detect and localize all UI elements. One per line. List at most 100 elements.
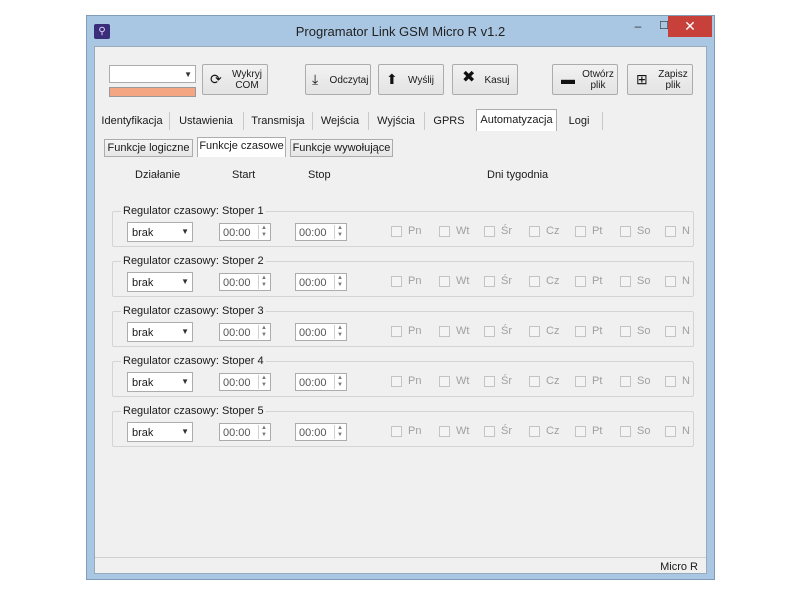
checkbox-box[interactable] <box>575 276 586 287</box>
checkbox-box[interactable] <box>665 326 676 337</box>
send-button[interactable]: ⬆ Wyślij <box>378 64 444 95</box>
weekday-label: So <box>637 325 651 337</box>
checkbox-box[interactable] <box>439 226 450 237</box>
stop-time-input[interactable]: 00:00 ▲ ▼ <box>295 273 347 291</box>
checkbox-box[interactable] <box>484 326 495 337</box>
start-time-input[interactable]: 00:00 ▲ ▼ <box>219 373 271 391</box>
timer-mode-select[interactable]: brak ▼ <box>127 422 193 442</box>
tab-wejscia[interactable]: Wejścia <box>315 111 365 131</box>
checkbox-box[interactable] <box>529 376 540 387</box>
start-time-input[interactable]: 00:00 ▲ ▼ <box>219 423 271 441</box>
tab-identyfikacja[interactable]: Identyfikacja <box>97 111 167 131</box>
checkbox-box[interactable] <box>620 226 631 237</box>
refresh-icon: ⟳ <box>210 71 222 87</box>
checkbox-box[interactable] <box>484 426 495 437</box>
weekday-label: Wt <box>456 275 470 287</box>
stop-time-input[interactable]: 00:00 ▲ ▼ <box>295 323 347 341</box>
spinner-arrows-icon[interactable]: ▲ ▼ <box>258 325 269 339</box>
tab-ustawienia[interactable]: Ustawienia <box>173 111 239 131</box>
title-bar[interactable]: ⚲ Programator Link GSM Micro R v1.2 ‒ ☐ … <box>87 16 714 46</box>
com-port-select[interactable]: ▼ <box>109 65 196 83</box>
checkbox-box[interactable] <box>529 276 540 287</box>
tab-logi[interactable]: Logi <box>561 111 597 131</box>
checkbox-box[interactable] <box>439 376 450 387</box>
spinner-arrows-icon[interactable]: ▲ ▼ <box>258 425 269 439</box>
tab-transmisja[interactable]: Transmisja <box>247 111 309 131</box>
checkbox-box[interactable] <box>529 226 540 237</box>
checkbox-box[interactable] <box>484 376 495 387</box>
checkbox-box[interactable] <box>665 376 676 387</box>
checkbox-box[interactable] <box>620 276 631 287</box>
open-file-button[interactable]: ▬ Otwórz plik <box>552 64 618 95</box>
subtab-funkcje-czasowe[interactable]: Funkcje czasowe <box>197 137 286 157</box>
checkbox-box[interactable] <box>575 426 586 437</box>
checkbox-box[interactable] <box>391 226 402 237</box>
open-file-label-1: Otwórz <box>582 69 614 80</box>
detect-com-button[interactable]: ⟳ Wykryj COM <box>202 64 268 95</box>
tab-automatyzacja[interactable]: Automatyzacja <box>476 109 557 131</box>
timer-mode-select[interactable]: brak ▼ <box>127 322 193 342</box>
timer-group: Regulator czasowy: Stoper 2 brak ▼ 00:00 ▲ ▼ 0… <box>112 255 694 297</box>
checkbox-box[interactable] <box>439 326 450 337</box>
subtab-funkcje-logiczne[interactable]: Funkcje logiczne <box>104 139 193 157</box>
spinner-arrows-icon[interactable]: ▲ ▼ <box>334 375 345 389</box>
checkbox-box[interactable] <box>665 276 676 287</box>
main-tabs: Identyfikacja Ustawienia Transmisja Wejś… <box>95 109 708 133</box>
read-label: Odczytaj <box>329 75 369 86</box>
weekday-label: Pn <box>408 325 422 337</box>
delete-button[interactable]: ✖ Kasuj <box>452 64 518 95</box>
checkbox-box[interactable] <box>575 226 586 237</box>
chevron-down-icon: ▼ <box>181 427 189 436</box>
start-time-input[interactable]: 00:00 ▲ ▼ <box>219 273 271 291</box>
spinner-arrows-icon[interactable]: ▲ ▼ <box>258 375 269 389</box>
minimize-button[interactable]: ‒ <box>625 16 651 37</box>
spinner-arrows-icon[interactable]: ▲ ▼ <box>334 225 345 239</box>
spinner-arrows-icon[interactable]: ▲ ▼ <box>258 225 269 239</box>
stop-time-input[interactable]: 00:00 ▲ ▼ <box>295 373 347 391</box>
stop-time-input[interactable]: 00:00 ▲ ▼ <box>295 423 347 441</box>
spinner-arrows-icon[interactable]: ▲ ▼ <box>334 275 345 289</box>
checkbox-box[interactable] <box>620 326 631 337</box>
close-button[interactable]: ✕ <box>668 16 712 37</box>
stop-time-input[interactable]: 00:00 ▲ ▼ <box>295 223 347 241</box>
checkbox-box[interactable] <box>529 326 540 337</box>
save-file-button[interactable]: ⊞ Zapisz plik <box>627 64 693 95</box>
weekday-label: Wt <box>456 225 470 237</box>
weekday-label: Cz <box>546 375 560 387</box>
checkbox-box[interactable] <box>484 226 495 237</box>
checkbox-box[interactable] <box>575 326 586 337</box>
weekday-label: Pt <box>592 225 603 237</box>
device-status: Micro R <box>660 561 698 573</box>
timer-group-title: Regulator czasowy: Stoper 5 <box>121 405 266 417</box>
spinner-arrows-icon[interactable]: ▲ ▼ <box>334 325 345 339</box>
subtab-funkcje-wywolujace[interactable]: Funkcje wywołujące <box>290 139 393 157</box>
checkbox-box[interactable] <box>575 376 586 387</box>
checkbox-box[interactable] <box>391 326 402 337</box>
download-icon: ⤓ <box>312 71 319 87</box>
timer-mode-select[interactable]: brak ▼ <box>127 222 193 242</box>
timer-group: Regulator czasowy: Stoper 5 brak ▼ 00:00 ▲ ▼ 0… <box>112 405 694 447</box>
checkbox-box[interactable] <box>391 276 402 287</box>
read-button[interactable]: ⤓ Odczytaj <box>305 64 371 95</box>
weekday-label: Śr <box>501 375 512 387</box>
timer-mode-select[interactable]: brak ▼ <box>127 272 193 292</box>
start-time-input[interactable]: 00:00 ▲ ▼ <box>219 323 271 341</box>
checkbox-box[interactable] <box>439 426 450 437</box>
timer-mode-select[interactable]: brak ▼ <box>127 372 193 392</box>
start-time-input-value: 00:00 <box>223 227 251 239</box>
spinner-arrows-icon[interactable]: ▲ ▼ <box>258 275 269 289</box>
tab-gprs[interactable]: GPRS <box>427 111 471 131</box>
start-time-input[interactable]: 00:00 ▲ ▼ <box>219 223 271 241</box>
checkbox-box[interactable] <box>439 276 450 287</box>
checkbox-box[interactable] <box>665 226 676 237</box>
checkbox-box[interactable] <box>484 276 495 287</box>
checkbox-box[interactable] <box>391 426 402 437</box>
checkbox-box[interactable] <box>620 376 631 387</box>
tab-wyjscia[interactable]: Wyjścia <box>371 111 421 131</box>
checkbox-box[interactable] <box>665 426 676 437</box>
spinner-arrows-icon[interactable]: ▲ ▼ <box>334 425 345 439</box>
checkbox-box[interactable] <box>391 376 402 387</box>
checkbox-box[interactable] <box>529 426 540 437</box>
start-time-input-value: 00:00 <box>223 327 251 339</box>
checkbox-box[interactable] <box>620 426 631 437</box>
